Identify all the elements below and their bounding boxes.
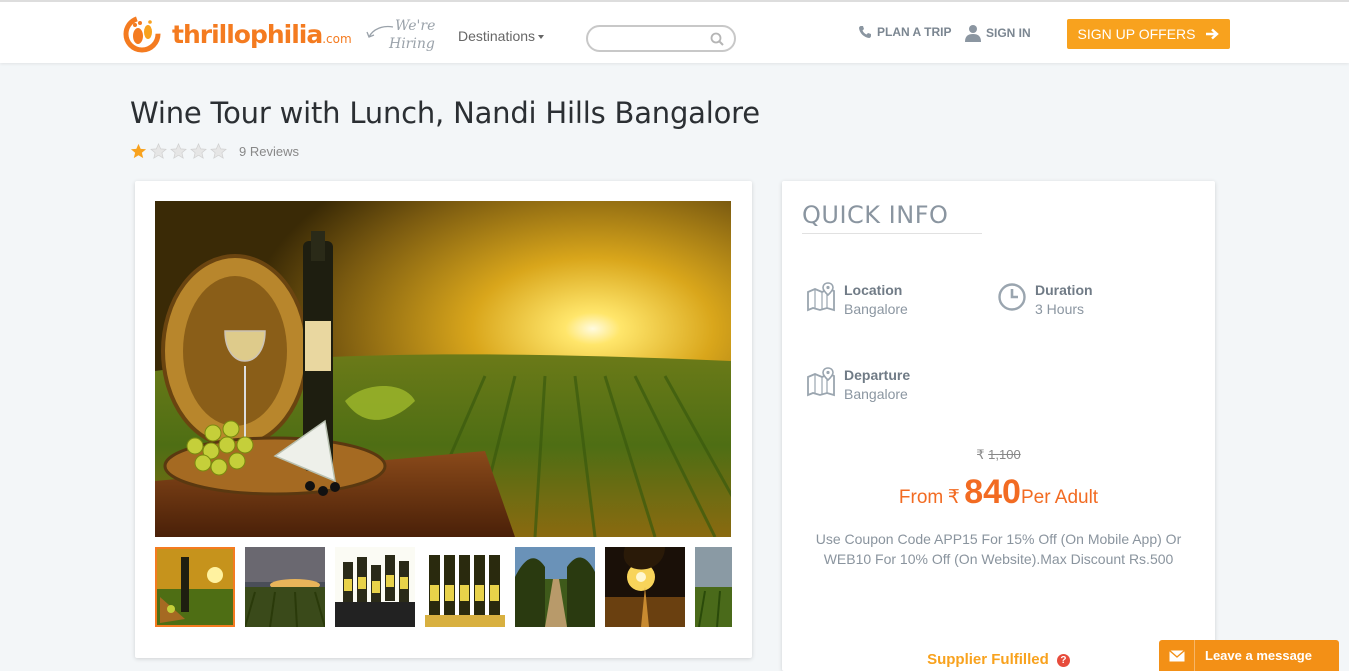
currency-symbol: ₹ — [947, 487, 960, 508]
sign-in-link[interactable]: SIGN IN — [964, 24, 1031, 42]
search-icon[interactable] — [710, 32, 724, 51]
top-navbar: thrillophilia.com We're Hiring Destinati… — [0, 0, 1349, 63]
thumbnail-6[interactable] — [605, 547, 685, 627]
help-icon[interactable]: ? — [1056, 653, 1070, 667]
plan-trip-link[interactable]: PLAN A TRIP — [858, 25, 951, 39]
original-price-amount: 1,100 — [988, 447, 1021, 462]
location-info: Location Bangalore — [806, 282, 908, 317]
coupon-text: Use Coupon Code APP15 For 15% Off (On Mo… — [815, 531, 1182, 567]
leave-message-button[interactable]: Leave a message — [1159, 640, 1339, 671]
hiring-link[interactable]: We're Hiring — [365, 17, 445, 57]
page-title: Wine Tour with Lunch, Nandi Hills Bangal… — [130, 96, 760, 130]
reviews-count-link[interactable]: 9 Reviews — [239, 144, 299, 159]
departure-info: Departure Bangalore — [806, 367, 910, 402]
map-pin-icon — [807, 282, 835, 312]
thumbnail-3[interactable] — [335, 547, 415, 627]
location-label: Location — [844, 282, 903, 298]
photo-gallery — [135, 181, 752, 658]
star-empty-icon — [150, 143, 167, 159]
signup-offers-button[interactable]: SIGN UP OFFERS — [1067, 19, 1230, 49]
destinations-label: Destinations — [458, 28, 536, 44]
leave-message-label: Leave a message — [1205, 648, 1312, 663]
divider — [802, 233, 982, 234]
chevron-down-icon — [538, 35, 545, 40]
supplier-label: Supplier Fulfilled — [927, 651, 1049, 668]
arrow-right-icon — [1206, 28, 1220, 40]
price-amount: 840 — [964, 473, 1021, 511]
departure-value: Bangalore — [844, 386, 908, 402]
duration-label: Duration — [1035, 282, 1093, 298]
sign-in-label: SIGN IN — [986, 26, 1031, 40]
thumbnail-strip — [155, 547, 732, 627]
clock-icon — [998, 283, 1026, 311]
destinations-dropdown[interactable]: Destinations — [458, 28, 545, 44]
thumbnail-7[interactable] — [695, 547, 732, 627]
star-empty-icon — [190, 143, 207, 159]
main-photo[interactable] — [155, 201, 731, 537]
thumbnail-2[interactable] — [245, 547, 325, 627]
price-unit: Per Adult — [1020, 487, 1099, 508]
quick-info-title: QUICK INFO — [802, 201, 949, 229]
hiring-line2: Hiring — [389, 36, 435, 52]
user-icon — [965, 25, 981, 42]
map-pin-icon — [807, 367, 835, 397]
plan-trip-label: PLAN A TRIP — [877, 25, 952, 39]
location-value: Bangalore — [844, 301, 908, 317]
hiring-line1: We're — [395, 18, 436, 34]
star-filled-icon — [130, 143, 147, 159]
logo-brand: thrillophilia — [172, 19, 323, 49]
star-rating: 9 Reviews — [130, 143, 299, 159]
site-logo[interactable]: thrillophilia.com — [120, 12, 352, 56]
supplier-fulfilled: Supplier Fulfilled ? — [782, 651, 1215, 668]
current-price: From ₹ 840Per Adult — [782, 473, 1215, 512]
duration-info: Duration 3 Hours — [997, 282, 1093, 317]
duration-value: 3 Hours — [1035, 301, 1085, 317]
search-input[interactable] — [586, 25, 736, 52]
envelope-icon — [1159, 640, 1195, 671]
logo-suffix: .com — [322, 31, 352, 46]
star-empty-icon — [170, 143, 187, 159]
price-from-label: From — [898, 487, 944, 508]
phone-icon — [859, 26, 871, 38]
star-empty-icon — [210, 143, 227, 159]
original-price: ₹ 1,100 — [782, 447, 1215, 463]
thumbnail-4[interactable] — [425, 547, 505, 627]
footprints-logo-icon — [120, 12, 170, 56]
thumbnail-5[interactable] — [515, 547, 595, 627]
signup-offers-label: SIGN UP OFFERS — [1077, 26, 1196, 42]
thumbnail-1[interactable] — [155, 547, 235, 627]
departure-label: Departure — [844, 367, 911, 383]
currency-symbol: ₹ — [976, 447, 985, 462]
quick-info-panel: QUICK INFO Location Bangalore Duration 3… — [782, 181, 1215, 671]
